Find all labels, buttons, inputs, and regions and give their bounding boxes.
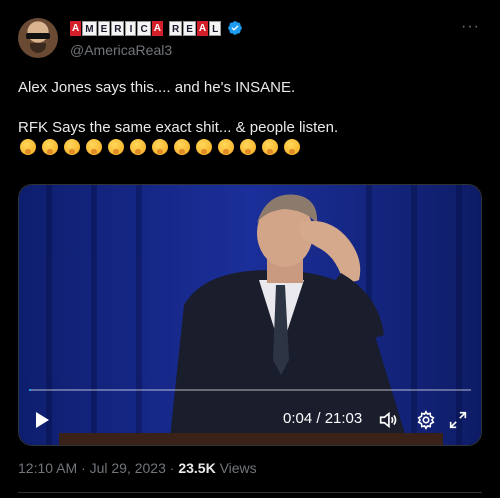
tweet-text-line: RFK Says the same exact shit... & people… (18, 119, 339, 136)
name-letter-tile: R (168, 20, 183, 36)
thinking-face-emoji (128, 138, 150, 156)
thinking-face-emoji (106, 138, 128, 156)
avatar[interactable] (18, 18, 58, 58)
author-handle[interactable]: @AmericaReal3 (70, 42, 172, 58)
name-letter-tile: R (111, 20, 125, 36)
views-label: Views (215, 460, 257, 476)
name-letter-tile: M (82, 20, 97, 36)
tweet-timestamp[interactable]: 12:10 AM · Jul 29, 2023 (18, 460, 166, 476)
video-player[interactable]: 0:04 / 21:03 (18, 184, 482, 446)
divider (18, 492, 482, 493)
video-progress-fill (29, 389, 31, 391)
name-letter-tile: A (70, 20, 82, 36)
author-display-name[interactable]: AMERICAREAL (70, 20, 222, 36)
name-letter-tile: A (196, 20, 209, 36)
thinking-face-emoji (84, 138, 106, 156)
avatar-sunglasses (26, 33, 50, 39)
settings-gear-icon[interactable] (415, 409, 437, 431)
thinking-face-emoji (238, 138, 260, 156)
fullscreen-icon[interactable] (447, 409, 469, 431)
play-icon[interactable] (33, 411, 51, 429)
thinking-face-emoji (18, 138, 40, 156)
video-time: 0:04 / 21:03 (283, 410, 363, 427)
thinking-face-emoji (194, 138, 216, 156)
name-letter-tile: L (209, 20, 222, 36)
thinking-face-emoji (172, 138, 194, 156)
tweet-meta: 12:10 AM · Jul 29, 2023 · 23.5K Views (18, 460, 257, 476)
more-options-button[interactable]: ··· (461, 18, 480, 36)
tweet-text: Alex Jones says this.... and he's INSANE… (18, 78, 482, 156)
thinking-face-emoji (62, 138, 84, 156)
name-letter-tile: C (137, 20, 151, 36)
thinking-face-emoji (40, 138, 62, 156)
views-count[interactable]: 23.5K (178, 460, 215, 476)
name-letter-tile: E (183, 20, 196, 36)
tweet-text-line: Alex Jones says this.... and he's INSANE… (18, 79, 296, 96)
volume-icon[interactable] (377, 409, 399, 431)
verified-badge-icon (228, 21, 243, 35)
meta-separator: · (165, 460, 179, 476)
thinking-face-emoji (282, 138, 304, 156)
video-progress-bar[interactable] (29, 389, 471, 391)
name-letter-tile: E (97, 20, 111, 36)
video-controls: 0:04 / 21:03 (19, 379, 481, 445)
name-letter-tile: I (125, 20, 137, 36)
thinking-face-emoji (260, 138, 282, 156)
emoji-row (18, 138, 482, 156)
author-name-row[interactable]: AMERICAREAL (70, 20, 243, 36)
avatar-beard (30, 43, 46, 53)
tweet: AMERICAREAL @AmericaReal3 ··· Alex Jones… (0, 0, 500, 498)
thinking-face-emoji (216, 138, 238, 156)
thinking-face-emoji (150, 138, 172, 156)
name-letter-tile: A (151, 20, 163, 36)
